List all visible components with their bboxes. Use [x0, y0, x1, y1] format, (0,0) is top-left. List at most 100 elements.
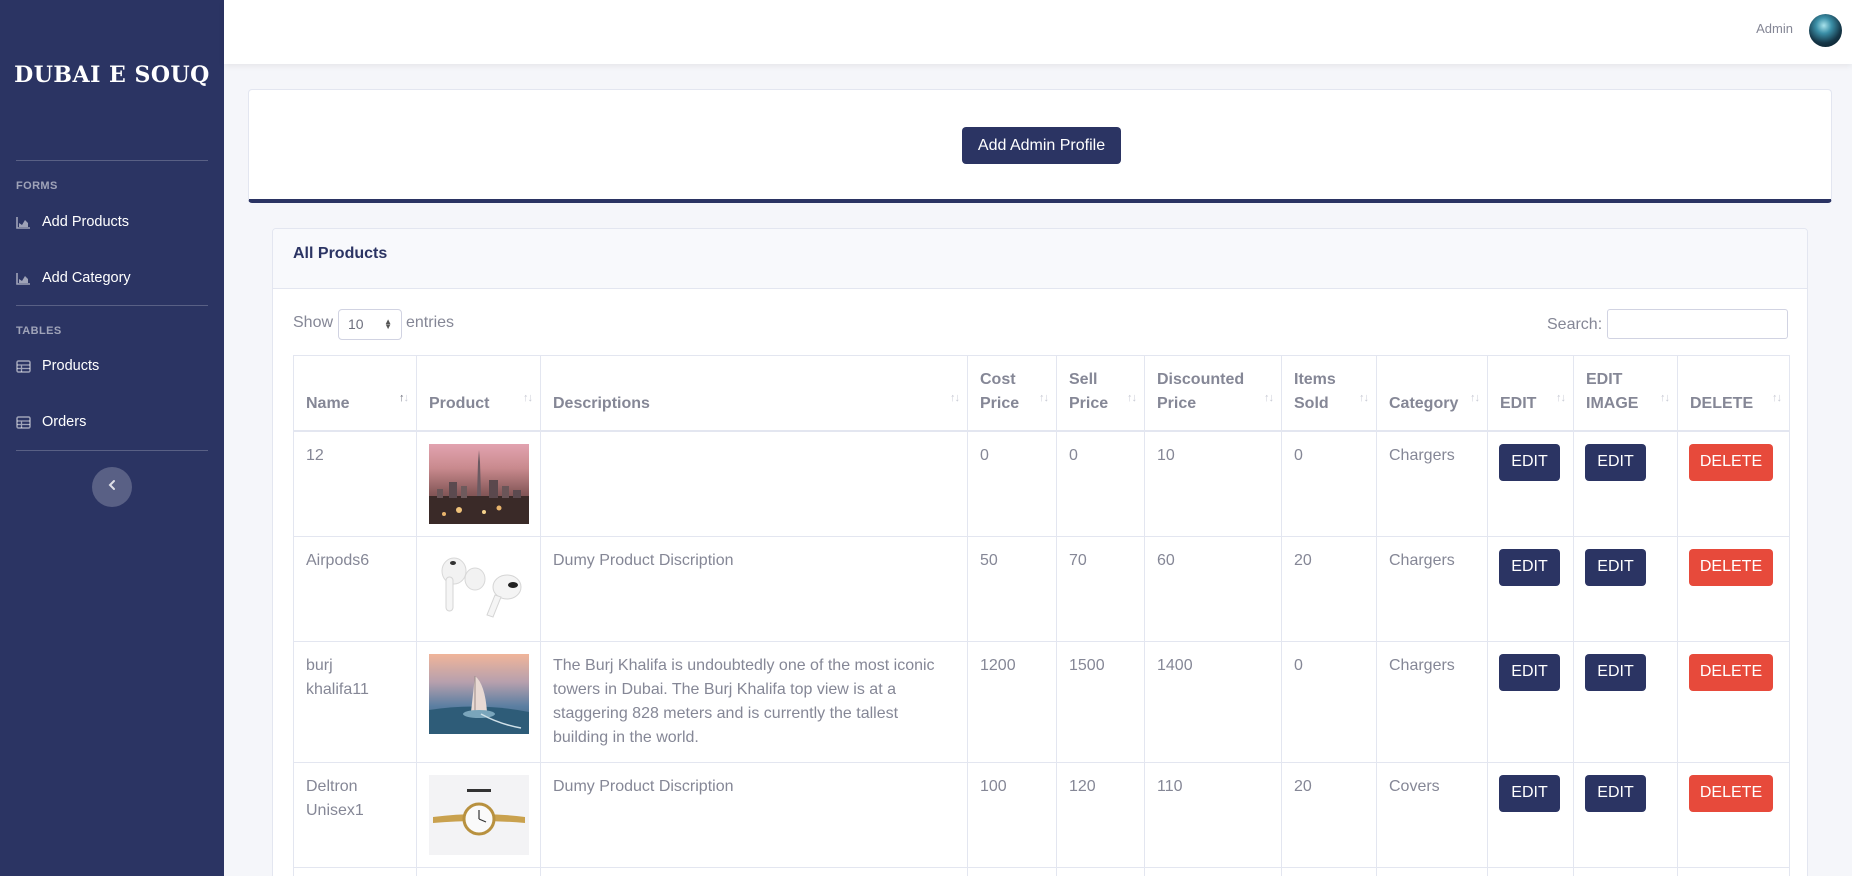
- cell-category: Chargers: [1376, 535, 1488, 642]
- products-table: Name ↑↓ Product ↑↓ Descriptions ↑↓ Cost Pric…: [293, 355, 1790, 876]
- delete-button[interactable]: DELETE: [1689, 774, 1773, 812]
- sidebar-item-label: Add Category: [42, 270, 131, 286]
- add-admin-profile-button[interactable]: Add Admin Profile: [962, 127, 1121, 164]
- edit-image-button[interactable]: EDIT: [1585, 548, 1646, 586]
- column-header-items-sold[interactable]: Items Sold ↑↓: [1281, 355, 1377, 432]
- column-header-product[interactable]: Product ↑↓: [416, 355, 541, 432]
- cell-edit-image: EDIT: [1573, 761, 1678, 868]
- cell-delete: DELETE: [1677, 535, 1790, 642]
- table-row: 12 0 0 10 0 Chargers EDIT EDIT DELETE: [293, 430, 1790, 537]
- column-header-discounted-price[interactable]: Discounted Price ↑↓: [1144, 355, 1282, 432]
- chevron-left-icon: [107, 478, 117, 496]
- sort-icon: ↑↓: [1470, 391, 1480, 404]
- column-header-delete[interactable]: DELETE ↑↓: [1677, 355, 1790, 432]
- cell-product-image: [416, 430, 541, 537]
- sort-icon: ↑↓: [1556, 391, 1566, 404]
- cell-discounted-price: 1400: [1144, 640, 1282, 763]
- all-products-card: All Products Show 10 ▲ ▼ entries Search: …: [272, 228, 1808, 876]
- table-icon: [16, 415, 31, 429]
- column-header-sell-price[interactable]: Sell Price ↑↓: [1056, 355, 1145, 432]
- column-header-edit-image[interactable]: EDIT IMAGE ↑↓: [1573, 355, 1678, 432]
- cell-items-sold: 0: [1281, 640, 1377, 763]
- table-row: Deltron Unisex1 Dumy Product Discription …: [293, 761, 1790, 868]
- sidebar-item-label: Add Products: [42, 214, 130, 230]
- burj-al-arab-image: [429, 653, 529, 734]
- column-header-cost-price[interactable]: Cost Price ↑↓: [967, 355, 1057, 432]
- column-header-name[interactable]: Name ↑↓: [293, 355, 417, 432]
- sort-icon: ↑↓: [1127, 391, 1137, 404]
- cell-product-image: [416, 761, 541, 868]
- cell-edit-image: EDIT: [1573, 640, 1678, 763]
- cell-cost-price: 0: [967, 430, 1057, 537]
- cell-product-image: [416, 535, 541, 642]
- show-label: Show: [293, 314, 334, 331]
- edit-button[interactable]: EDIT: [1499, 774, 1560, 812]
- sort-icon: ↑↓: [950, 391, 960, 404]
- cell-name: burj khalifa11: [293, 640, 417, 763]
- search-label: Search:: [1547, 316, 1603, 333]
- sidebar-toggle-button[interactable]: [92, 467, 132, 507]
- delete-button[interactable]: DELETE: [1689, 443, 1773, 481]
- cell-name: Airpods6: [293, 535, 417, 642]
- cell-items-sold: 20: [1281, 761, 1377, 868]
- sidebar-divider: [16, 160, 208, 161]
- cell-edit: EDIT: [1487, 535, 1574, 642]
- edit-button[interactable]: EDIT: [1499, 653, 1560, 691]
- cell-category: Chargers: [1376, 640, 1488, 763]
- sort-icon: ↑↓: [1660, 391, 1670, 404]
- cell-description: Dumy Product Discription: [540, 535, 968, 642]
- cell-sell-price: 1500: [1056, 640, 1145, 763]
- edit-image-button[interactable]: EDIT: [1585, 774, 1646, 812]
- cell-delete: DELETE: [1677, 430, 1790, 537]
- sort-icon: ↑↓: [523, 391, 533, 404]
- chart-area-icon: [16, 272, 31, 285]
- cell-edit: EDIT: [1487, 761, 1574, 868]
- sort-asc-icon: ↑↓: [399, 391, 409, 404]
- sidebar: DUBAI E SOUQ FORMS Add Products Add Cate…: [0, 0, 224, 876]
- delete-button[interactable]: DELETE: [1689, 653, 1773, 691]
- cell-delete: DELETE: [1677, 761, 1790, 868]
- brand-logo[interactable]: DUBAI E SOUQ: [0, 62, 224, 88]
- dubai-skyline-image: [429, 443, 529, 524]
- user-name[interactable]: Admin: [1756, 21, 1793, 36]
- sidebar-item-orders[interactable]: Orders: [16, 407, 208, 437]
- edit-button[interactable]: EDIT: [1499, 443, 1560, 481]
- cell-edit: EDIT: [1487, 640, 1574, 763]
- sort-icon: ↑↓: [1772, 391, 1782, 404]
- table-icon: [16, 359, 31, 373]
- sidebar-item-products[interactable]: Products: [16, 351, 208, 381]
- edit-image-button[interactable]: EDIT: [1585, 443, 1646, 481]
- cell-description: Dumy Product Discription: [540, 761, 968, 868]
- cell-name: 12: [293, 430, 417, 537]
- delete-button[interactable]: DELETE: [1689, 548, 1773, 586]
- select-caret-icon: ▲ ▼: [384, 317, 392, 331]
- airpods-image: [429, 548, 529, 629]
- table-row: [293, 866, 1790, 876]
- sidebar-item-label: Orders: [42, 414, 87, 430]
- avatar[interactable]: [1809, 14, 1842, 47]
- cell-cost-price: 50: [967, 535, 1057, 642]
- edit-button[interactable]: EDIT: [1499, 548, 1560, 586]
- cell-product-image: [416, 640, 541, 763]
- sidebar-heading-forms: FORMS: [16, 180, 58, 192]
- cell-items-sold: 0: [1281, 430, 1377, 537]
- table-row: Airpods6 Dumy Product Discription 50 70 …: [293, 535, 1790, 642]
- sort-icon: ↑↓: [1264, 391, 1274, 404]
- sidebar-item-add-products[interactable]: Add Products: [16, 207, 208, 237]
- topbar: Admin: [224, 0, 1852, 64]
- sidebar-item-add-category[interactable]: Add Category: [16, 263, 208, 293]
- sidebar-divider: [16, 305, 208, 306]
- column-header-descriptions[interactable]: Descriptions ↑↓: [540, 355, 968, 432]
- cell-edit-image: EDIT: [1573, 535, 1678, 642]
- cell-items-sold: 20: [1281, 535, 1377, 642]
- cell-name: Deltron Unisex1: [293, 761, 417, 868]
- cell-discounted-price: 60: [1144, 535, 1282, 642]
- cell-description: The Burj Khalifa is undoubtedly one of t…: [540, 640, 968, 763]
- edit-image-button[interactable]: EDIT: [1585, 653, 1646, 691]
- entries-per-page-select[interactable]: 10 ▲ ▼: [338, 309, 402, 340]
- search-input[interactable]: [1607, 309, 1788, 339]
- cell-discounted-price: 10: [1144, 430, 1282, 537]
- cell-cost-price: 1200: [967, 640, 1057, 763]
- column-header-edit[interactable]: EDIT ↑↓: [1487, 355, 1574, 432]
- column-header-category[interactable]: Category ↑↓: [1376, 355, 1488, 432]
